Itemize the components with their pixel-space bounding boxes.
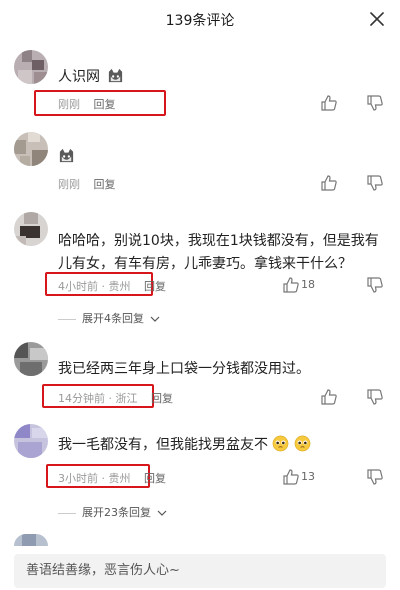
comment-text: 哈哈哈，别说10块，我现在1块钱都没有，但是我有儿有女，有车有房，儿乖妻巧。拿钱… xyxy=(58,233,379,272)
like-button[interactable]: 18 xyxy=(282,276,338,294)
like-button[interactable] xyxy=(320,94,338,112)
comment-item: 哈哈哈，别说10块，我现在1块钱都没有，但是我有儿有女，有车有房，儿乖妻巧。拿钱… xyxy=(0,206,400,336)
reply-button[interactable]: 回复 xyxy=(144,280,166,293)
avatar[interactable] xyxy=(14,212,48,246)
comment-text: 我一毛都没有，但我能找男盆友不 xyxy=(58,437,268,453)
comment-time: 4小时前 · 贵州 xyxy=(58,280,131,293)
reply-button[interactable]: 回复 xyxy=(94,178,116,191)
dislike-icon[interactable] xyxy=(366,388,384,406)
comment-time: 3小时前 · 贵州 xyxy=(58,472,131,485)
reply-button[interactable]: 回复 xyxy=(94,98,116,111)
comment-item: 我一毛都没有，但我能找男盆友不 3小时前 · 贵州 回复 13 展开23条回复 xyxy=(0,420,400,530)
dislike-icon[interactable] xyxy=(366,94,384,112)
dislike-icon[interactable] xyxy=(366,174,384,192)
reply-button[interactable]: 回复 xyxy=(151,392,173,405)
divider xyxy=(58,512,76,514)
like-button[interactable]: 13 xyxy=(282,468,338,486)
avatar[interactable] xyxy=(14,132,48,166)
reply-button[interactable]: 回复 xyxy=(144,472,166,485)
avatar[interactable] xyxy=(14,50,48,84)
dislike-icon[interactable] xyxy=(366,468,384,486)
comment-input-bar: 善语结善缘，恶言伤人心~ xyxy=(0,546,400,590)
divider xyxy=(58,318,76,320)
cat-emoji-icon xyxy=(59,148,74,163)
expand-replies-label: 展开4条回复 xyxy=(82,312,144,325)
expand-replies-label: 展开23条回复 xyxy=(82,506,151,519)
comment-item: 人识网 刚刚 回复 xyxy=(0,44,400,124)
dislike-icon[interactable] xyxy=(366,276,384,294)
thumbs-up-icon xyxy=(283,469,299,485)
comment-text: 我已经两三年身上口袋一分钱都没用过。 xyxy=(58,361,310,377)
comment-item: 我已经两三年身上口袋一分钱都没用过。 14分钟前 · 浙江 回复 xyxy=(0,338,400,418)
pleading-face-icon xyxy=(273,435,289,452)
thumbs-up-icon xyxy=(283,277,299,293)
chevron-down-icon xyxy=(150,316,159,322)
close-icon[interactable] xyxy=(368,10,386,28)
pleading-face-icon xyxy=(294,435,311,452)
expand-replies-button[interactable]: 展开23条回复 xyxy=(58,504,167,520)
comment-text: 人识网 xyxy=(58,69,100,85)
comment-item: 刚刚 回复 xyxy=(0,128,400,200)
comments-count-title: 139条评论 xyxy=(165,13,235,29)
comment-time: 刚刚 xyxy=(58,98,80,111)
comment-time: 14分钟前 · 浙江 xyxy=(58,392,138,405)
like-count: 18 xyxy=(301,278,315,291)
comments-header: 139条评论 xyxy=(0,0,400,38)
like-count: 13 xyxy=(301,470,315,483)
like-button[interactable] xyxy=(320,174,338,192)
like-button[interactable] xyxy=(320,388,338,406)
comment-time: 刚刚 xyxy=(58,178,80,191)
avatar[interactable] xyxy=(14,424,48,458)
cat-emoji-icon xyxy=(109,68,123,83)
comment-input[interactable]: 善语结善缘，恶言伤人心~ xyxy=(14,554,386,588)
chevron-down-icon xyxy=(157,510,166,516)
avatar[interactable] xyxy=(14,342,48,376)
expand-replies-button[interactable]: 展开4条回复 xyxy=(58,310,160,326)
avatar[interactable] xyxy=(14,534,48,546)
